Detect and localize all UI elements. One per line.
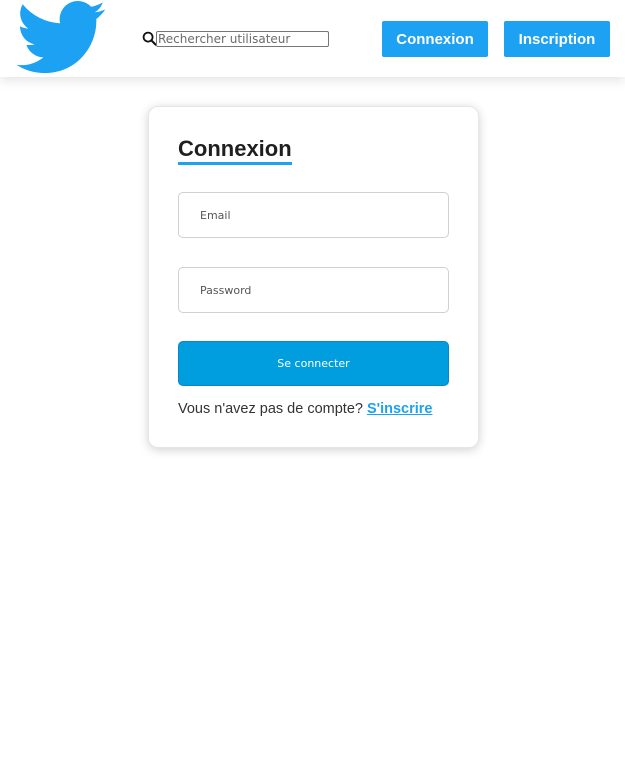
no-account-text: Vous n'avez pas de compte? bbox=[178, 401, 363, 417]
login-nav-button[interactable]: Connexion bbox=[382, 21, 488, 57]
search-icon[interactable] bbox=[142, 31, 157, 46]
signup-nav-button[interactable]: Inscription bbox=[504, 21, 610, 57]
submit-login-button[interactable]: Se connecter bbox=[178, 341, 449, 386]
search-input[interactable] bbox=[156, 31, 329, 47]
login-title: Connexion bbox=[178, 137, 292, 165]
email-field[interactable] bbox=[178, 192, 449, 238]
login-card: Connexion Se connecter Vous n'avez pas d… bbox=[148, 106, 479, 448]
password-field[interactable] bbox=[178, 267, 449, 313]
signup-prompt: Vous n'avez pas de compte? S'inscrire bbox=[178, 401, 432, 417]
top-navbar: Connexion Inscription bbox=[0, 0, 625, 77]
twitter-bird-icon[interactable] bbox=[16, 0, 106, 74]
signup-link[interactable]: S'inscrire bbox=[367, 401, 433, 417]
